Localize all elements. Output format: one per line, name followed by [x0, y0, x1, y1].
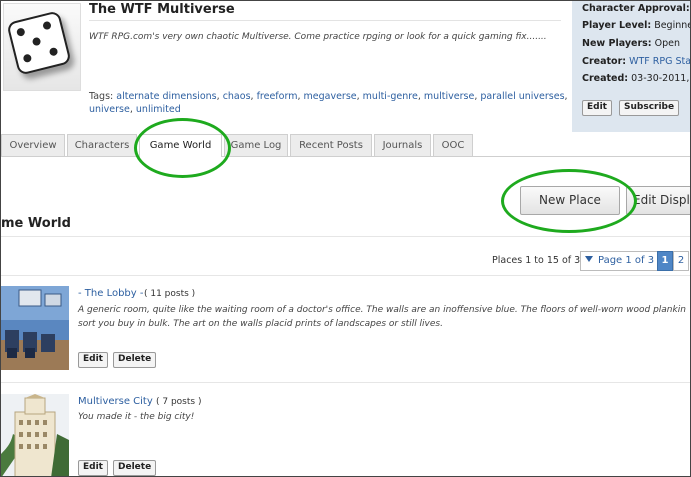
- place-description: You made it - the big city!: [78, 412, 195, 422]
- tags-label: Tags:: [89, 91, 114, 102]
- edit-game-button[interactable]: Edit: [582, 100, 612, 116]
- level-row: Player Level: Beginner: [582, 20, 690, 31]
- tag-link[interactable]: alternate dimensions: [116, 91, 216, 102]
- title-divider: [89, 20, 561, 21]
- multiverse-image: [3, 3, 81, 91]
- tag-link[interactable]: multi-genre: [363, 91, 418, 102]
- place-divider: [1, 382, 690, 383]
- place-link[interactable]: - The Lobby -: [78, 288, 143, 299]
- dice-icon: [6, 10, 72, 76]
- delete-place-button[interactable]: Delete: [113, 460, 157, 476]
- edit-place-button[interactable]: Edit: [78, 460, 108, 476]
- created-row: Created: 03-30-2011, 03:: [582, 73, 690, 84]
- page-title: The WTF Multiverse: [89, 2, 235, 17]
- edit-place-button[interactable]: Edit: [78, 352, 108, 368]
- page-selector[interactable]: Page 1 of 3: [580, 251, 660, 271]
- tab-ooc[interactable]: OOC: [433, 134, 473, 156]
- section-heading: me World: [1, 216, 71, 231]
- tag-link[interactable]: multiverse: [424, 91, 474, 102]
- tag-link[interactable]: freeform: [257, 91, 298, 102]
- tag-link[interactable]: unlimited: [136, 104, 181, 115]
- game-info-panel: Character Approval: No Player Level: Beg…: [572, 1, 690, 132]
- page-frame: The WTF Multiverse WTF RPG.com's very ow…: [0, 0, 691, 477]
- tag-link[interactable]: megaverse: [304, 91, 357, 102]
- tab-recent-posts[interactable]: Recent Posts: [290, 134, 372, 156]
- page-current: 1: [657, 251, 673, 271]
- multiverse-description: WTF RPG.com's very own chaotic Multivers…: [89, 32, 547, 42]
- lobby-image: [1, 286, 69, 370]
- new-players-row: New Players: Open: [582, 38, 680, 49]
- tab-overview[interactable]: Overview: [1, 134, 65, 156]
- section-divider: [1, 236, 690, 237]
- tab-game-world[interactable]: Game World: [139, 134, 222, 157]
- post-count: ( 7 posts ): [156, 397, 202, 407]
- tags-list: Tags: alternate dimensions, chaos, freef…: [89, 91, 568, 115]
- approval-row: Character Approval: No: [582, 3, 690, 14]
- tag-link[interactable]: chaos: [223, 91, 251, 102]
- page-link[interactable]: 2: [673, 251, 689, 271]
- creator-link[interactable]: WTF RPG Staff: [629, 56, 690, 67]
- tab-journals[interactable]: Journals: [374, 134, 431, 156]
- subscribe-button[interactable]: Subscribe: [619, 100, 680, 116]
- edit-display-button[interactable]: Edit Displ: [626, 186, 690, 215]
- places-count: Places 1 to 15 of 31: [492, 255, 587, 266]
- places-divider: [1, 275, 690, 276]
- creator-row: Creator: WTF RPG Staff: [582, 56, 690, 67]
- multiverse-city-image: [1, 394, 69, 476]
- tag-link[interactable]: universe: [89, 104, 130, 115]
- place-link[interactable]: Multiverse City: [78, 396, 153, 407]
- new-place-button[interactable]: New Place: [520, 186, 620, 215]
- place-description: A generic room, quite like the waiting r…: [78, 305, 686, 329]
- dropdown-arrow-icon: [585, 256, 593, 262]
- tag-link[interactable]: parallel universes: [480, 91, 564, 102]
- delete-place-button[interactable]: Delete: [113, 352, 157, 368]
- post-count: ( 11 posts ): [144, 289, 196, 299]
- tab-game-log[interactable]: Game Log: [224, 134, 288, 156]
- tab-characters[interactable]: Characters: [67, 134, 137, 156]
